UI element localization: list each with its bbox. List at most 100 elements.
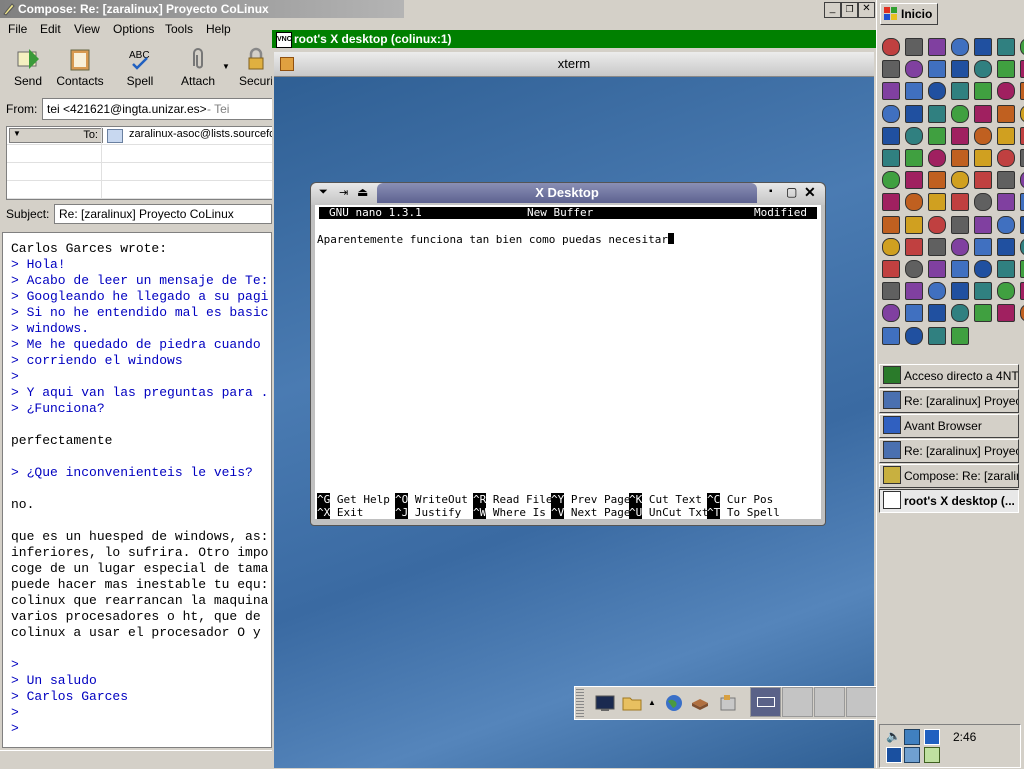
quick-launch-icon[interactable] <box>1020 282 1024 301</box>
quick-launch-icon[interactable] <box>974 193 992 212</box>
recipient-row-empty[interactable] <box>7 181 273 199</box>
quick-launch-icon[interactable] <box>928 260 946 278</box>
quick-launch-icon[interactable] <box>905 126 923 145</box>
quick-launch-icon[interactable] <box>997 215 1015 234</box>
disconnected-icon[interactable] <box>904 747 920 763</box>
quick-launch-icon[interactable] <box>997 237 1015 256</box>
quick-launch-icon[interactable] <box>1020 260 1024 278</box>
quick-launch-icon[interactable] <box>951 326 969 345</box>
quick-launch-icon[interactable] <box>905 237 923 256</box>
quick-launch-icon[interactable] <box>882 149 900 167</box>
globe-icon[interactable] <box>664 693 684 713</box>
quick-launch-icon[interactable] <box>928 60 946 79</box>
quick-launch-icon[interactable] <box>928 82 946 101</box>
quick-launch-icon[interactable] <box>997 193 1015 212</box>
quick-launch-icon[interactable] <box>928 171 946 190</box>
quick-launch-icon[interactable] <box>1020 60 1024 79</box>
quick-launch-icon[interactable] <box>951 260 969 278</box>
quick-launch-icon[interactable] <box>951 60 969 79</box>
quick-launch-icon[interactable] <box>928 149 946 167</box>
download-icon[interactable] <box>924 747 940 763</box>
quick-launch-icon[interactable] <box>997 171 1015 190</box>
nano-titlebar[interactable]: ⏷ ⇥ ⏏ X Desktop ▪ ▢ ✕ <box>311 183 825 205</box>
quick-launch-icon[interactable] <box>882 38 900 56</box>
menu-view[interactable]: View <box>74 22 100 36</box>
quick-launch-icon[interactable] <box>882 82 900 101</box>
quick-launch-icon[interactable] <box>882 126 900 145</box>
quick-launch-icon[interactable] <box>905 215 923 234</box>
quick-launch-icon[interactable] <box>928 304 946 323</box>
window-menu-icon[interactable]: ⏷ <box>319 186 328 199</box>
iconify-icon[interactable]: ▪ <box>769 186 773 197</box>
tools-icon[interactable] <box>718 693 738 713</box>
quick-launch-icon[interactable] <box>882 104 900 123</box>
quick-launch-icon[interactable] <box>905 104 923 123</box>
pager-desktop-2[interactable] <box>782 687 813 717</box>
quick-launch-icon[interactable] <box>974 104 992 123</box>
quick-launch-icon[interactable] <box>1020 215 1024 234</box>
nano-terminal[interactable]: GNU nano 1.3.1 New Buffer Modified Apare… <box>315 205 821 519</box>
pager-desktop-3[interactable] <box>814 687 845 717</box>
quick-launch-icon[interactable] <box>882 260 900 278</box>
volume-icon[interactable]: 🔈 <box>886 729 901 743</box>
quick-launch-icon[interactable] <box>997 304 1015 323</box>
quick-launch-icon[interactable] <box>951 282 969 301</box>
window-title-tab[interactable]: X Desktop <box>377 183 757 203</box>
quick-launch-icon[interactable] <box>1020 149 1024 167</box>
quick-launch-icon[interactable] <box>905 38 923 56</box>
terminal-icon[interactable] <box>595 693 615 713</box>
quick-launch-icon[interactable] <box>951 104 969 123</box>
quick-launch-icon[interactable] <box>974 237 992 256</box>
quick-launch-icon[interactable] <box>997 82 1015 101</box>
vnc-titlebar[interactable]: VNC root's X desktop (colinux:1) <box>272 30 876 48</box>
quick-launch-icon[interactable] <box>951 304 969 323</box>
quick-launch-icon[interactable] <box>1020 82 1024 101</box>
compose-titlebar[interactable]: Compose: Re: [zaralinux] Proyecto CoLinu… <box>0 0 404 18</box>
maximize-icon[interactable]: ▢ <box>786 185 797 199</box>
taskbar-button[interactable]: root's X desktop (... <box>879 489 1019 513</box>
recipient-type-dropdown[interactable]: ▼ To: <box>9 128 103 143</box>
quick-launch-icon[interactable] <box>882 237 900 256</box>
quick-launch-icon[interactable] <box>928 215 946 234</box>
quick-launch-icon[interactable] <box>882 171 900 190</box>
to-value[interactable]: zaralinux-asoc@lists.sourcefor <box>129 128 279 140</box>
quick-launch-icon[interactable] <box>905 304 923 323</box>
quick-launch-icon[interactable] <box>997 260 1015 278</box>
recipient-row-empty[interactable] <box>7 145 273 163</box>
quick-launch-icon[interactable] <box>974 149 992 167</box>
quick-launch-icon[interactable] <box>997 60 1015 79</box>
quick-launch-icon[interactable] <box>882 193 900 212</box>
message-body[interactable]: Carlos Garces wrote: > Hola! > Acabo de le… <box>2 232 272 748</box>
taskbar-button[interactable]: Re: [zaralinux] Proyect... <box>879 389 1019 413</box>
quick-launch-icon[interactable] <box>997 149 1015 167</box>
quick-launch-icon[interactable] <box>905 82 923 101</box>
quick-launch-icon[interactable] <box>951 193 969 212</box>
send-button[interactable]: Send <box>0 44 56 92</box>
menu-edit[interactable]: Edit <box>40 22 61 36</box>
recipient-row-empty[interactable] <box>7 163 273 181</box>
quick-launch-icon[interactable] <box>882 304 900 323</box>
quick-launch-icon[interactable] <box>905 171 923 190</box>
quick-launch-icon[interactable] <box>928 126 946 145</box>
quick-launch-icon[interactable] <box>951 171 969 190</box>
quick-launch-icon[interactable] <box>997 126 1015 145</box>
close-icon[interactable]: ✕ <box>804 184 816 201</box>
taskbar-button[interactable]: Re: [zaralinux] Proyect... <box>879 439 1019 463</box>
quick-launch-icon[interactable] <box>928 326 946 345</box>
spell-button[interactable]: ABC Spell <box>112 44 168 92</box>
quick-launch-icon[interactable] <box>951 237 969 256</box>
quick-launch-icon[interactable] <box>974 126 992 145</box>
quick-launch-icon[interactable] <box>974 215 992 234</box>
chevron-up-icon[interactable]: ▲ <box>648 698 656 707</box>
taskbar-button[interactable]: Compose: Re: [zaralin... <box>879 464 1019 488</box>
menu-options[interactable]: Options <box>113 22 154 36</box>
quick-launch-icon[interactable] <box>928 282 946 301</box>
folder-icon[interactable] <box>622 693 642 713</box>
recipient-row[interactable]: ▼ To: zaralinux-asoc@lists.sourcefor <box>7 127 279 145</box>
quick-launch-icon[interactable] <box>997 104 1015 123</box>
shade-icon[interactable]: ⇥ <box>339 186 348 199</box>
quick-launch-icon[interactable] <box>905 149 923 167</box>
quick-launch-icon[interactable] <box>882 326 900 345</box>
panel-grip[interactable] <box>576 689 584 717</box>
quick-launch-icon[interactable] <box>951 149 969 167</box>
